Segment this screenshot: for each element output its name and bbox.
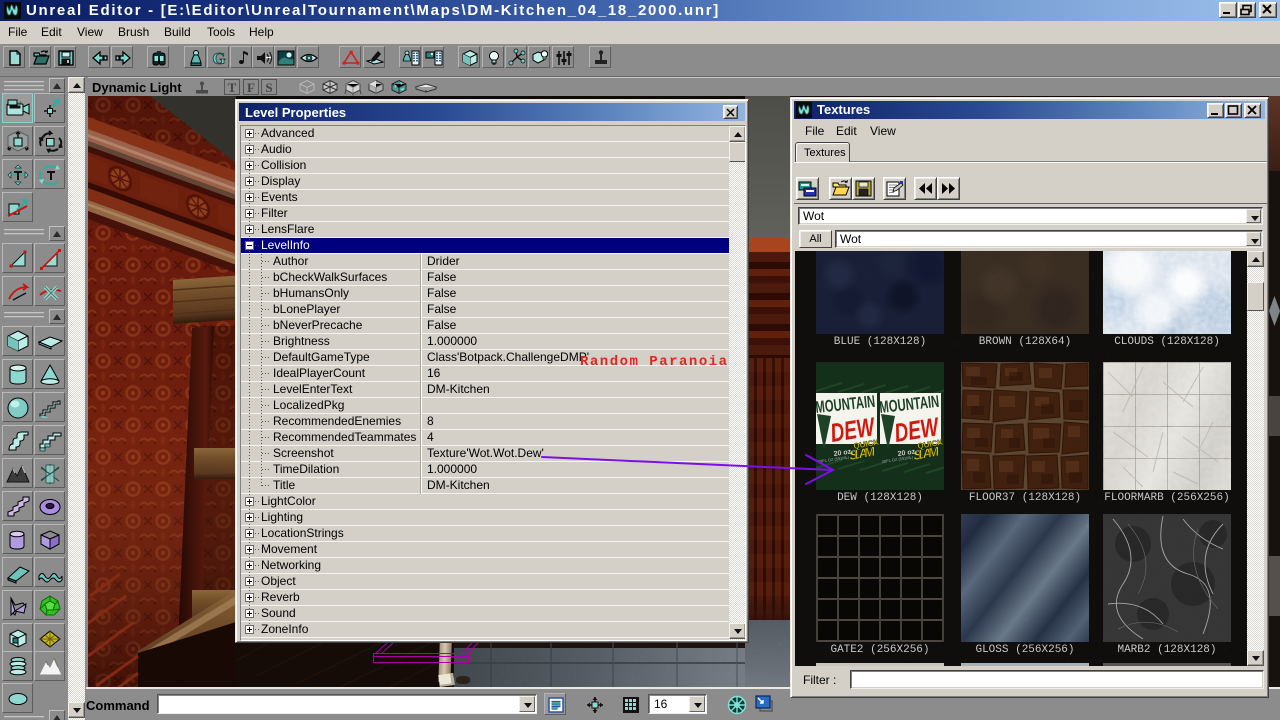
svg-text:G: G [212,49,225,68]
